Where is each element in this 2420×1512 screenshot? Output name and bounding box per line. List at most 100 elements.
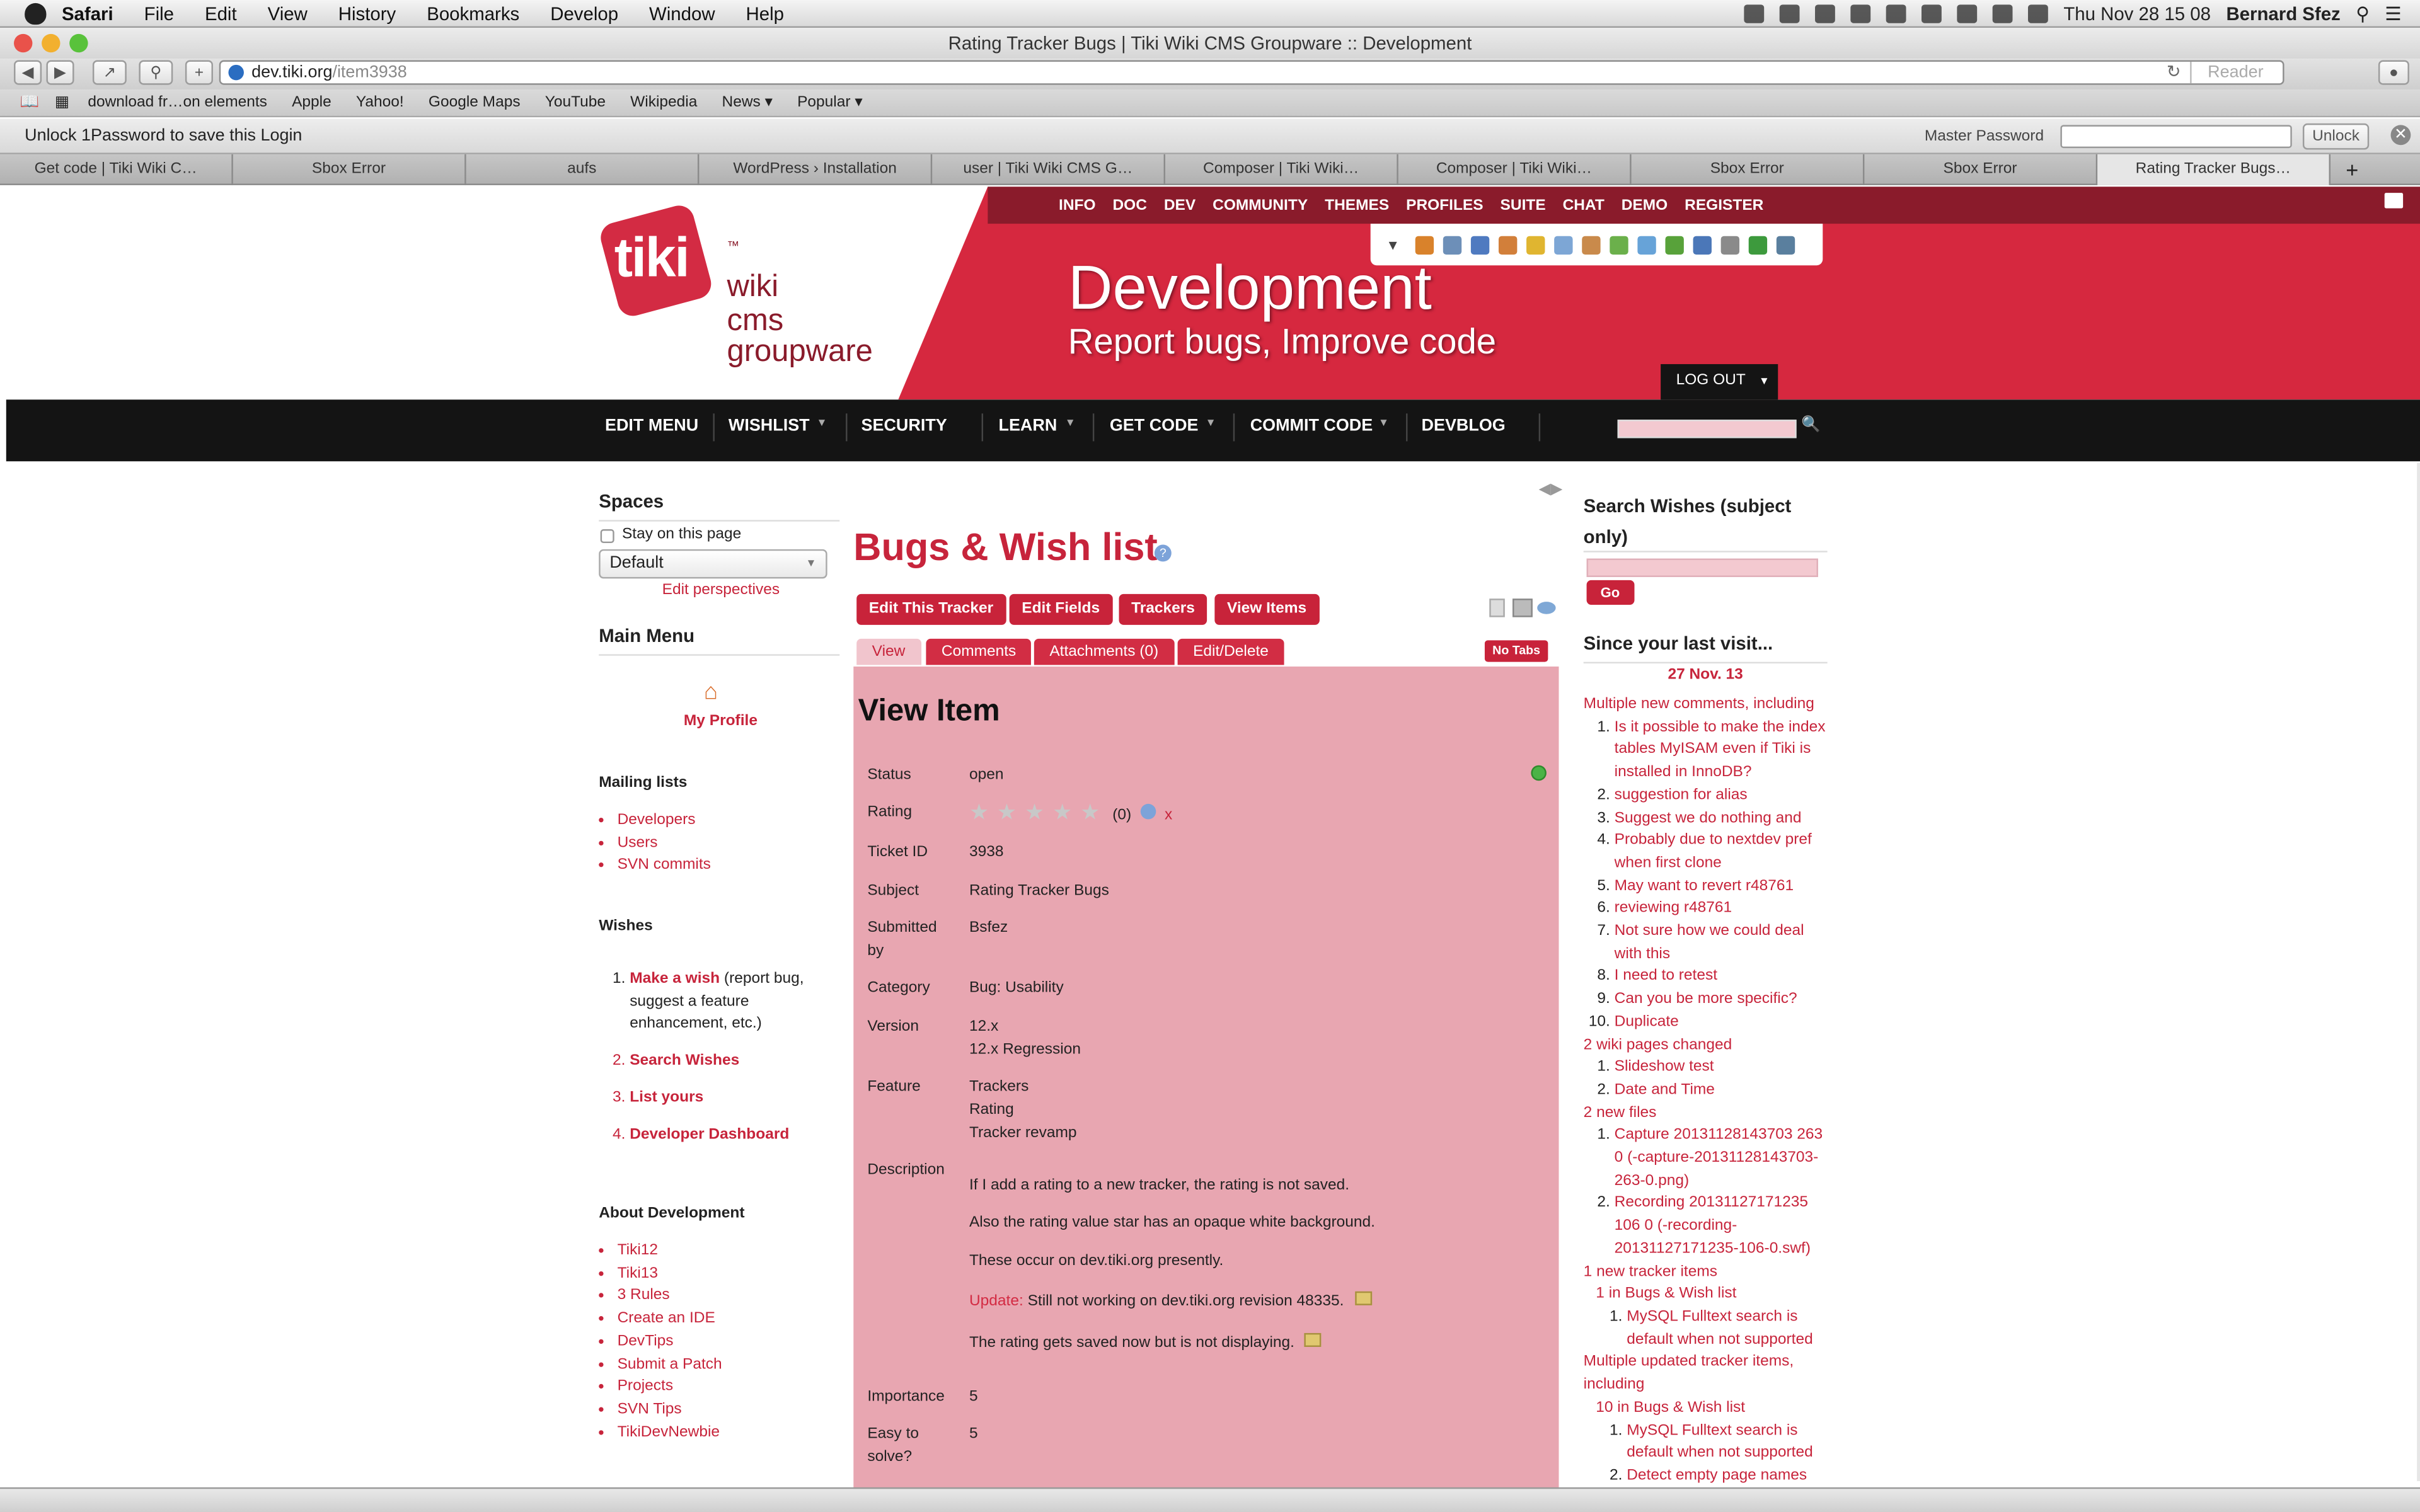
nav-commit-code[interactable]: COMMIT CODE	[1250, 416, 1373, 435]
tracker-item-link[interactable]: MySQL Fulltext search is default when no…	[1627, 1422, 1812, 1462]
about-link[interactable]: Projects	[618, 1377, 722, 1399]
star-icon[interactable]: ★	[1080, 801, 1102, 822]
menu-window[interactable]: Window	[649, 3, 715, 24]
bookmark-item[interactable]: News ▾	[722, 94, 773, 111]
edit-fields-button[interactable]: Edit Fields	[1009, 593, 1112, 625]
nav-learn[interactable]: LEARN	[999, 416, 1057, 435]
browser-tab[interactable]: Sbox Error	[233, 154, 466, 185]
reload-icon[interactable]: ↻	[2167, 62, 2181, 83]
battery-icon[interactable]	[2027, 4, 2048, 23]
list-icon[interactable]: ☰	[2385, 3, 2401, 25]
perspective-select[interactable]: Default ▼	[599, 549, 827, 579]
tracker-item-link[interactable]: Detect empty page names	[1627, 1467, 1807, 1484]
plugin-icon[interactable]	[1665, 235, 1684, 254]
star-icon[interactable]: ★	[997, 801, 1018, 822]
edit-note-icon[interactable]	[1305, 1332, 1322, 1347]
wiki-page-link[interactable]: Slideshow test	[1615, 1059, 1714, 1076]
about-link[interactable]: SVN Tips	[618, 1399, 722, 1422]
topnav-register[interactable]: REGISTER	[1685, 197, 1763, 214]
tab-attachments[interactable]: Attachments (0)	[1034, 638, 1174, 665]
topnav-suite[interactable]: SUITE	[1501, 197, 1546, 214]
comment-link[interactable]: reviewing r48761	[1615, 900, 1732, 917]
browser-tab[interactable]: aufs	[466, 154, 700, 185]
home-icon[interactable]: ⌂	[704, 679, 718, 706]
add-tab-icon[interactable]: +	[2331, 154, 2374, 184]
wiki-page-link[interactable]: Date and Time	[1615, 1082, 1715, 1099]
theme-icon[interactable]	[1582, 235, 1601, 254]
users-icon[interactable]	[1498, 235, 1518, 254]
nav-security[interactable]: SECURITY	[861, 416, 947, 435]
about-link[interactable]: DevTips	[618, 1331, 722, 1354]
browser-tab[interactable]: Get code | Tiki Wiki C…	[0, 154, 233, 185]
pdf-icon[interactable]	[1489, 598, 1505, 617]
topnav-dev[interactable]: DEV	[1164, 197, 1196, 214]
nav-wishlist[interactable]: WISHLIST	[729, 416, 810, 435]
browser-tab[interactable]: Sbox Error	[1632, 154, 1865, 185]
apple-icon[interactable]	[25, 2, 47, 24]
trackers-button[interactable]: Trackers	[1119, 593, 1207, 625]
address-bar[interactable]: dev.tiki.org/item3938 ↻ Reader	[219, 60, 2285, 85]
browser-tab[interactable]: user | Tiki Wiki CMS G…	[932, 154, 1165, 185]
edit-note-icon[interactable]	[1354, 1291, 1371, 1305]
about-link[interactable]: Tiki12	[618, 1240, 722, 1263]
flag-icon[interactable]	[1992, 4, 2013, 23]
comment-link[interactable]: Not sure how we could deal with this	[1615, 923, 1804, 963]
topnav-themes[interactable]: THEMES	[1325, 197, 1389, 214]
forward-button[interactable]: ▶	[46, 60, 74, 85]
comment-link[interactable]: May want to revert r48761	[1615, 878, 1794, 895]
file-link[interactable]: Recording 20131127171235 106 0 (-recordi…	[1615, 1195, 1811, 1257]
bookmark-item[interactable]: Wikipedia	[630, 94, 697, 111]
star-icon[interactable]: ★	[1025, 801, 1046, 822]
bookmark-item[interactable]: Apple	[292, 94, 331, 111]
wrench-icon[interactable]	[1443, 235, 1462, 254]
reading-list-icon[interactable]: 📖	[20, 94, 39, 111]
bookmark-item[interactable]: Yahoo!	[356, 94, 404, 111]
comment-link[interactable]: Can you be more specific?	[1615, 991, 1797, 1008]
close-window-icon[interactable]	[14, 33, 33, 53]
browser-tab[interactable]: Composer | Tiki Wiki…	[1165, 154, 1398, 185]
tracker-item-link[interactable]: MySQL Fulltext search is default when no…	[1627, 1309, 1812, 1348]
no-tabs-button[interactable]: No Tabs	[1484, 640, 1548, 662]
file-link[interactable]: Capture 20131128143703 263 0 (-capture-2…	[1615, 1127, 1823, 1189]
updated-subheading[interactable]: 10 in Bugs & Wish list	[1584, 1397, 1828, 1420]
search-wishes-input[interactable]	[1586, 558, 1818, 577]
edit-tracker-button[interactable]: Edit This Tracker	[856, 593, 1006, 625]
about-link[interactable]: Submit a Patch	[618, 1354, 722, 1377]
about-link[interactable]: 3 Rules	[618, 1286, 722, 1309]
tab-view[interactable]: View	[856, 638, 921, 665]
tracker-subheading[interactable]: 1 in Bugs & Wish list	[1584, 1284, 1828, 1307]
topnav-community[interactable]: COMMUNITY	[1213, 197, 1308, 214]
comment-link[interactable]: Duplicate	[1615, 1014, 1679, 1031]
nav-get-code[interactable]: GET CODE	[1110, 416, 1199, 435]
chevron-down-icon[interactable]: ▼	[1386, 237, 1400, 252]
monitor-icon[interactable]	[1537, 602, 1556, 614]
back-button[interactable]: ◀	[14, 60, 42, 85]
my-profile-link[interactable]: My Profile	[684, 713, 758, 730]
browser-tab[interactable]: Sbox Error	[1864, 154, 2098, 185]
menu-view[interactable]: View	[268, 3, 308, 24]
nav-devblog[interactable]: DEVBLOG	[1422, 416, 1506, 435]
phone-icon[interactable]	[1815, 4, 1835, 23]
site-search-input[interactable]	[1617, 420, 1797, 438]
scrollbar[interactable]	[2417, 462, 2420, 1482]
menu-edit[interactable]: Edit	[205, 3, 237, 24]
home-icon[interactable]	[1415, 235, 1434, 254]
browser-tab-active[interactable]: Rating Tracker Bugs…	[2097, 154, 2331, 185]
new-tab-button[interactable]: +	[185, 60, 213, 85]
menu-bookmarks[interactable]: Bookmarks	[427, 3, 519, 24]
browser-tab[interactable]: Composer | Tiki Wiki…	[1398, 154, 1632, 185]
key-icon[interactable]	[1526, 235, 1545, 254]
search-wishes-link[interactable]: Search Wishes	[630, 1052, 739, 1069]
help-icon[interactable]	[1140, 803, 1156, 820]
bookmark-item[interactable]: YouTube	[545, 94, 606, 111]
view-items-button[interactable]: View Items	[1214, 593, 1319, 625]
nav-edit-menu[interactable]: EDIT MENU	[605, 416, 698, 435]
gear-icon[interactable]	[1748, 235, 1767, 254]
developer-dashboard-link[interactable]: Developer Dashboard	[630, 1126, 789, 1143]
master-password-input[interactable]	[2060, 125, 2292, 149]
help-icon[interactable]: ?	[1154, 544, 1172, 562]
module-icon[interactable]	[1553, 235, 1573, 254]
1password-icon[interactable]	[1779, 4, 1800, 23]
bookmark-item[interactable]: download fr…on elements	[88, 94, 267, 111]
fullscreen-icon[interactable]	[2384, 193, 2404, 209]
